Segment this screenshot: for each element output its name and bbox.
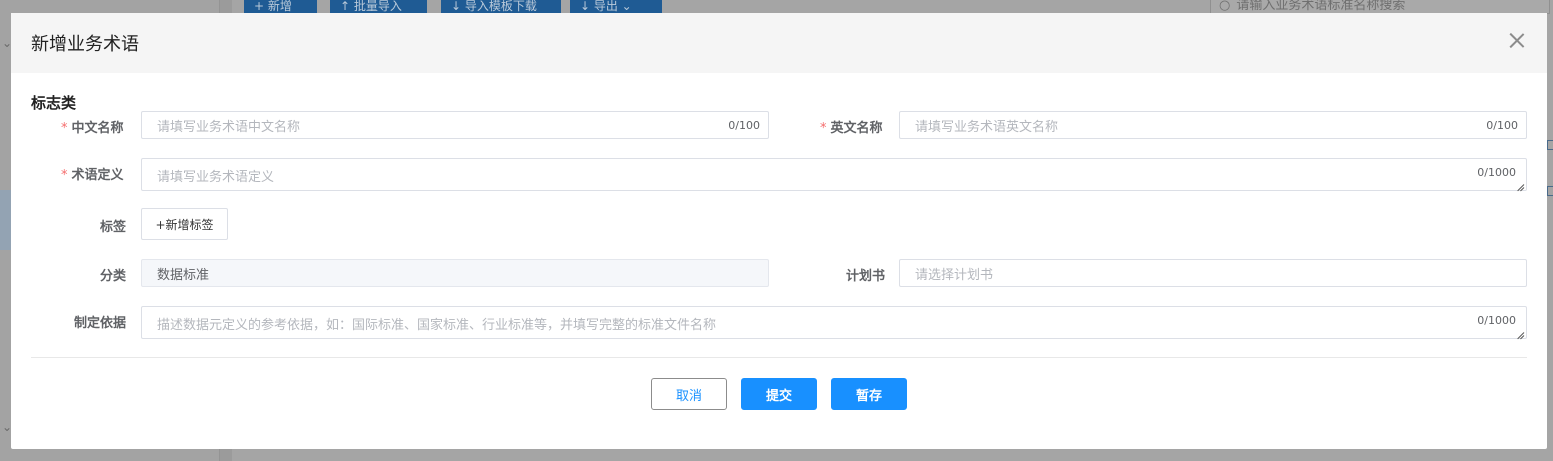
background-search-placeholder: 请输入业务术语标准名称搜索 [1236,0,1406,13]
background-edge-mark [1547,140,1553,150]
search-icon: ○ [1219,0,1231,13]
required-mark: * [820,121,827,136]
category-label: 分类 [100,269,127,284]
background-template-download-button: ↓ 导入模板下载 [441,0,561,14]
dialog-header: 新增业务术语 [11,13,1547,73]
add-tag-button[interactable]: +新增标签 [141,208,228,240]
definition-count: 0/1000 [1477,166,1516,179]
background-edge-mark [1547,186,1553,196]
plan-placeholder: 请选择计划书 [915,267,994,283]
section-title: 标志类 [31,94,77,112]
definition-label: * 术语定义 [61,164,124,183]
background-batch-import-label: ↑ 批量导入 [340,0,402,13]
plan-select[interactable]: 请选择计划书 [899,259,1527,287]
background-add-button: + 新增 [244,0,317,14]
cn-name-count: 0/100 [728,118,760,132]
background-template-download-label: ↓ 导入模板下载 [451,0,537,13]
basis-label: 制定依据 [74,316,127,331]
background-export-button: ↓ 导出 ⌄ [570,0,662,14]
resize-handle-icon[interactable] [1515,179,1524,188]
cn-name-input[interactable]: 请填写业务术语中文名称 0/100 [141,111,769,139]
en-name-label-text: 英文名称 [830,121,883,136]
submit-button[interactable]: 提交 [741,378,817,410]
footer-divider [31,357,1527,358]
cn-name-label-text: 中文名称 [71,121,124,136]
basis-placeholder: 描述数据元定义的参考依据，如：国际标准、国家标准、行业标准等，并填写完整的标准文… [157,318,717,333]
background-export-label: ↓ 导出 ⌄ [580,0,632,13]
resize-handle-icon[interactable] [1515,327,1524,336]
background-add-label: + 新增 [254,0,292,13]
background-batch-import-button: ↑ 批量导入 [330,0,427,14]
add-business-term-dialog: 新增业务术语 标志类 * 中文名称 请填写业务术语中文名称 0/100 * 英文名称… [11,13,1547,449]
basis-count: 0/1000 [1477,314,1516,327]
en-name-input[interactable]: 请填写业务术语英文名称 0/100 [899,111,1527,139]
cn-name-label: * 中文名称 [61,117,124,136]
required-mark: * [61,121,68,136]
save-draft-button[interactable]: 暂存 [831,378,907,410]
definition-placeholder: 请填写业务术语定义 [157,170,275,185]
definition-textarea[interactable]: 请填写业务术语定义 0/1000 [141,158,1527,191]
cancel-button[interactable]: 取消 [651,378,727,410]
background-search-input: ○ 请输入业务术语标准名称搜索 [1210,0,1550,14]
close-icon[interactable] [1509,32,1525,48]
en-name-placeholder: 请填写业务术语英文名称 [915,119,1059,135]
en-name-count: 0/100 [1486,118,1518,132]
required-mark: * [61,168,68,183]
plan-label: 计划书 [846,269,886,284]
tags-label: 标签 [100,220,127,235]
dialog-title: 新增业务术语 [31,34,139,55]
en-name-label: * 英文名称 [820,117,883,136]
cn-name-placeholder: 请填写业务术语中文名称 [157,119,301,135]
category-input[interactable]: 数据标准 [141,259,769,287]
basis-textarea[interactable]: 描述数据元定义的参考依据，如：国际标准、国家标准、行业标准等，并填写完整的标准文… [141,306,1527,339]
category-value: 数据标准 [157,267,210,283]
definition-label-text: 术语定义 [71,168,124,183]
